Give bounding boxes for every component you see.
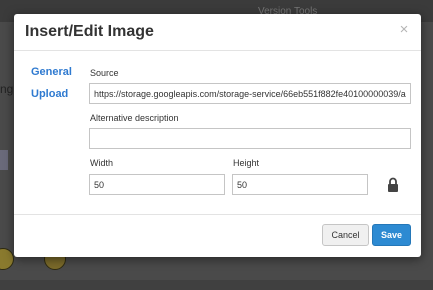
save-button[interactable]: Save xyxy=(372,224,411,246)
tab-general[interactable]: General xyxy=(31,66,72,78)
cancel-button[interactable]: Cancel xyxy=(322,224,369,246)
close-icon[interactable]: × xyxy=(397,22,411,37)
footer-divider xyxy=(14,214,421,215)
lock-icon[interactable] xyxy=(387,177,399,192)
source-label: Source xyxy=(90,68,119,78)
height-input[interactable] xyxy=(232,174,368,195)
background-mark xyxy=(0,150,8,170)
background-footer xyxy=(0,280,433,290)
header-divider xyxy=(14,50,421,51)
background-emoji xyxy=(0,248,14,270)
background-side-text: ng xyxy=(0,82,14,96)
width-input[interactable] xyxy=(89,174,225,195)
alt-description-input[interactable] xyxy=(89,128,411,149)
source-input[interactable] xyxy=(89,83,411,104)
tab-upload[interactable]: Upload xyxy=(31,88,68,100)
height-label: Height xyxy=(233,158,260,168)
insert-edit-image-dialog: Insert/Edit Image × General Upload Sourc… xyxy=(14,14,421,257)
width-label: Width xyxy=(90,158,114,168)
alt-description-label: Alternative description xyxy=(90,113,179,123)
dialog-title: Insert/Edit Image xyxy=(25,23,154,40)
